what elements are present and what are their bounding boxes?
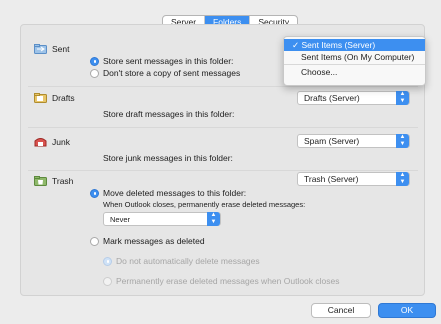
radio-dot bbox=[103, 256, 112, 266]
drafts-folder-icon bbox=[34, 93, 47, 103]
trash-folder-icon bbox=[34, 176, 47, 186]
dropdown-item-sent-items-server[interactable]: ✓ Sent Items (Server) bbox=[284, 39, 425, 51]
drafts-select-value: Drafts (Server) bbox=[304, 93, 360, 103]
chevron-updown-icon: ▲ ▼ bbox=[396, 134, 409, 148]
dropdown-item-choose[interactable]: Choose... bbox=[284, 66, 425, 78]
junk-description: Store junk messages in this folder: bbox=[103, 153, 233, 163]
sent-folder-icon bbox=[34, 44, 47, 54]
divider bbox=[28, 86, 418, 87]
trash-select-value: Trash (Server) bbox=[304, 174, 359, 184]
move-deleted-radio[interactable]: Move deleted messages to this folder: bbox=[90, 188, 246, 198]
erase-select-value: Never bbox=[110, 215, 131, 224]
sent-row-label: Sent bbox=[34, 44, 70, 54]
chevron-updown-icon: ▲ ▼ bbox=[396, 172, 409, 186]
store-sent-radio[interactable]: Store sent messages in this folder: bbox=[90, 56, 233, 66]
dropdown-item-sent-items-local[interactable]: Sent Items (On My Computer) bbox=[284, 51, 425, 63]
divider bbox=[28, 127, 418, 128]
drafts-folder-select[interactable]: Drafts (Server) ▲ ▼ bbox=[297, 91, 410, 105]
erase-on-close-label: Permanently erase deleted messages when … bbox=[116, 276, 340, 286]
trash-row-label: Trash bbox=[34, 176, 73, 186]
sent-folder-dropdown-menu: ✓ Sent Items (Server) Sent Items (On My … bbox=[283, 36, 426, 86]
radio-dot bbox=[90, 236, 99, 246]
drafts-label: Drafts bbox=[52, 93, 75, 103]
chevron-updown-icon: ▲ ▼ bbox=[207, 212, 220, 226]
junk-row-label: Junk bbox=[34, 137, 70, 147]
dont-store-sent-radio[interactable]: Don't store a copy of sent messages bbox=[90, 68, 240, 78]
dont-store-sent-label: Don't store a copy of sent messages bbox=[103, 68, 241, 78]
dropdown-item-label: Sent Items (Server) bbox=[301, 40, 376, 50]
chevron-updown-icon: ▲ ▼ bbox=[396, 91, 409, 105]
trash-folder-select[interactable]: Trash (Server) ▲ ▼ bbox=[297, 172, 410, 186]
move-deleted-label: Move deleted messages to this folder: bbox=[103, 188, 247, 198]
no-auto-delete-radio[interactable]: Do not automatically delete messages bbox=[103, 256, 260, 266]
drafts-description: Store draft messages in this folder: bbox=[103, 109, 235, 119]
trash-label: Trash bbox=[52, 176, 74, 186]
junk-folder-select[interactable]: Spam (Server) ▲ ▼ bbox=[297, 134, 410, 148]
drafts-row-label: Drafts bbox=[34, 93, 75, 103]
store-sent-label: Store sent messages in this folder: bbox=[103, 56, 234, 66]
mark-deleted-label: Mark messages as deleted bbox=[103, 236, 205, 246]
no-auto-delete-label: Do not automatically delete messages bbox=[116, 256, 260, 266]
sent-label: Sent bbox=[52, 44, 70, 54]
ok-button[interactable]: OK bbox=[378, 303, 436, 318]
radio-dot bbox=[90, 68, 99, 78]
junk-select-value: Spam (Server) bbox=[304, 136, 360, 146]
radio-dot bbox=[90, 188, 99, 198]
junk-folder-icon bbox=[34, 137, 47, 147]
close-erase-note: When Outlook closes, permanently erase d… bbox=[103, 200, 306, 209]
radio-dot bbox=[103, 276, 112, 286]
junk-label: Junk bbox=[52, 137, 70, 147]
divider bbox=[28, 170, 418, 171]
erase-on-close-select[interactable]: Never ▲ ▼ bbox=[103, 212, 221, 226]
radio-dot bbox=[90, 56, 99, 66]
erase-on-close-radio[interactable]: Permanently erase deleted messages when … bbox=[103, 276, 339, 286]
mark-deleted-radio[interactable]: Mark messages as deleted bbox=[90, 236, 205, 246]
cancel-button[interactable]: Cancel bbox=[311, 303, 371, 318]
dropdown-separator bbox=[284, 64, 425, 65]
